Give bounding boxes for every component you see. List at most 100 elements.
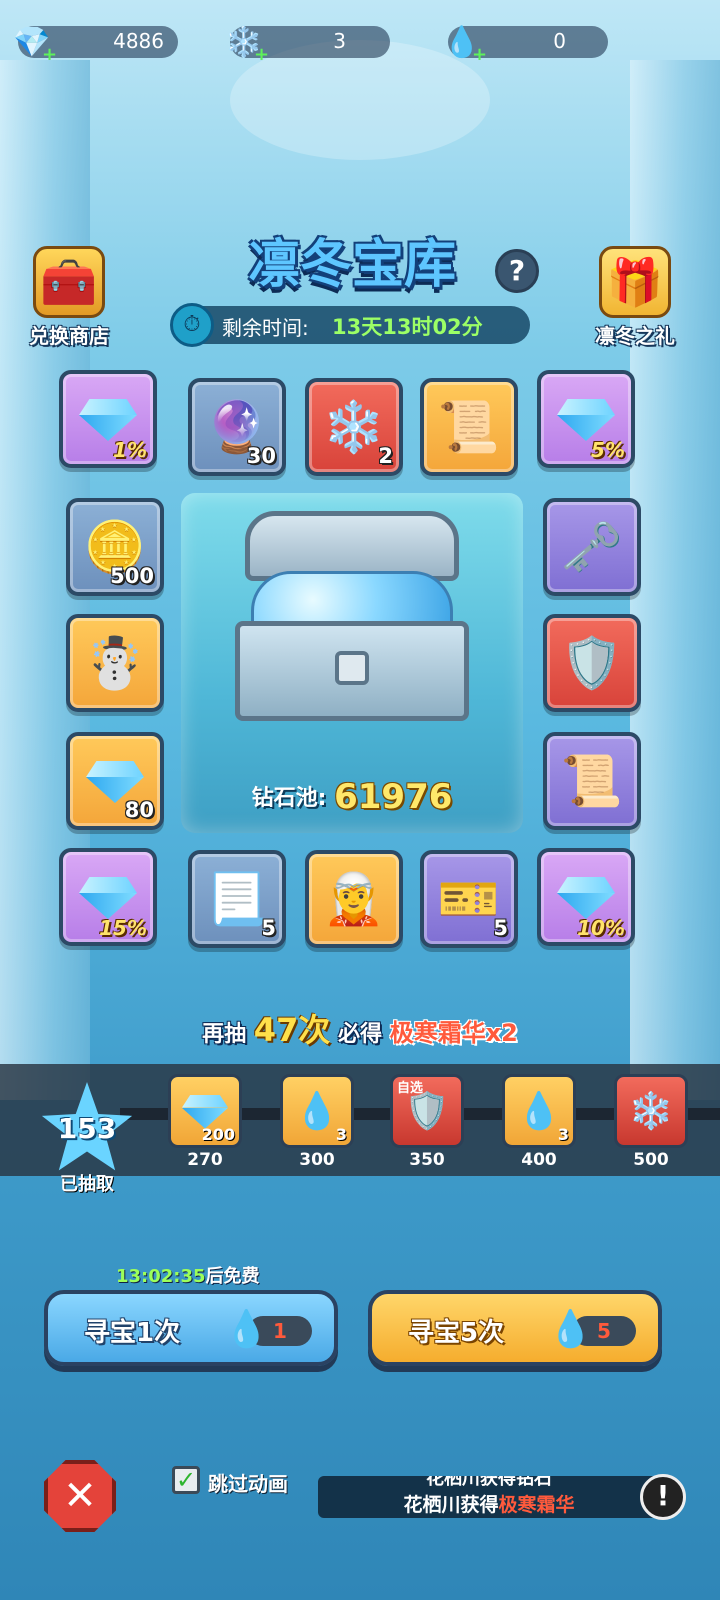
milestone-reward[interactable]: 200 [168, 1074, 242, 1148]
milestone-label: 300 [299, 1150, 335, 1170]
winter-gift-label: 凛冬之礼 [595, 324, 675, 348]
prize-tile[interactable]: 1% [59, 370, 157, 468]
milestone-quantity: 3 [557, 1125, 569, 1144]
exchange-shop-button[interactable]: 🧰 兑换商店 [14, 246, 124, 349]
prize-tile[interactable]: 5% [537, 370, 635, 468]
prize-tile[interactable]: 🗝️ [543, 498, 641, 596]
help-button[interactable]: ? [495, 249, 539, 293]
currency-value: 3 [333, 29, 346, 53]
add-water-drop-icon[interactable]: + [472, 44, 487, 65]
prize-tile[interactable]: 15% [59, 848, 157, 946]
prize-quantity: 80 [124, 798, 154, 822]
guarantee-count: 47次 [253, 1011, 331, 1049]
hero-selection-icon: 🛡️ [404, 1091, 450, 1132]
diamond-pool-label: 钻石池: [251, 786, 327, 811]
ticker-item: 极寒霜华 [498, 1494, 575, 1516]
diamond-pool-value: 61976 [334, 777, 453, 817]
free-draw-suffix: 后免费 [205, 1266, 260, 1287]
currency-value: 4886 [113, 29, 164, 53]
snow-spirit-icon: ☃️ [83, 634, 147, 692]
water-drop-icon: 💧 [516, 1091, 562, 1132]
prize-tile[interactable]: 🧝 [305, 850, 403, 948]
diamond-icon [79, 399, 137, 439]
ticker-player: 花栖川获得 [403, 1494, 499, 1516]
prize-tile[interactable]: ❄️ 2 [305, 378, 403, 476]
chest-lock [335, 651, 369, 685]
prize-percent: 15% [99, 916, 147, 940]
diamond-icon [86, 761, 144, 801]
prize-quantity: 30 [246, 444, 276, 468]
diamond-pool-line: 钻石池: 61976 [181, 777, 523, 817]
free-draw-time: 13:02:35 [116, 1266, 206, 1287]
skip-animation-label[interactable]: 跳过动画 [208, 1468, 288, 1497]
remaining-time-bar: ⏱ 剩余时间: 13天13时02分 [170, 303, 530, 347]
prize-tile[interactable]: 🔮 30 [188, 378, 286, 476]
guarantee-item: 极寒霜华x2 [389, 1019, 518, 1047]
mystery-scroll-icon: 📃 [205, 870, 269, 928]
treasure-chest-icon: 🧰 [33, 246, 105, 318]
draw-once-button[interactable]: 寻宝1次 1 💧 [44, 1290, 338, 1366]
snowflake-icon: ❄️ [322, 398, 386, 456]
golden-ticket-icon: 🎫 [437, 870, 501, 928]
currency-snowflake[interactable]: ❄️ + 3 [225, 25, 390, 65]
draw-once-label: 寻宝1次 [84, 1318, 181, 1348]
prize-tile[interactable]: 🎫 5 [420, 850, 518, 948]
milestone-reward[interactable]: 💧 3 [280, 1074, 354, 1148]
prize-tile[interactable]: 80 [66, 732, 164, 830]
diamond-icon [182, 1095, 228, 1127]
diamond-icon [557, 399, 615, 439]
prize-tile[interactable]: 🛡️ [543, 614, 641, 712]
prize-tile[interactable]: 🪙 500 [66, 498, 164, 596]
guarantee-mid: 必得 [338, 1022, 383, 1047]
currency-diamond[interactable]: 💎 + 4886 [13, 25, 178, 65]
gift-box-icon: 🎁 [599, 246, 671, 318]
treasure-chest-icon [235, 511, 469, 721]
milestone-label: 270 [187, 1150, 223, 1170]
diamond-pool-panel: 钻石池: 61976 [181, 493, 523, 833]
red-scroll-icon: 📜 [437, 398, 501, 456]
milestone-reward[interactable]: 🛡️ 自选 [390, 1074, 464, 1148]
info-button[interactable]: ! [640, 1474, 686, 1520]
draw-five-button[interactable]: 寻宝5次 5 💧 [368, 1290, 662, 1366]
milestone-reward[interactable]: ❄️ [614, 1074, 688, 1148]
guarantee-text: 再抽 47次 必得 极寒霜华x2 [0, 1005, 720, 1051]
prize-tile[interactable]: 📜 [420, 378, 518, 476]
guarantee-prefix: 再抽 [202, 1022, 247, 1047]
purple-scroll-icon: 📜 [560, 752, 624, 810]
remaining-time-label: 剩余时间: [222, 316, 309, 340]
milestone-label: 400 [521, 1150, 557, 1170]
prize-tile[interactable]: 📃 5 [188, 850, 286, 948]
hero-selection-icon: 🛡️ [560, 634, 624, 692]
ice-queen-icon: 🧝 [322, 870, 386, 928]
exchange-shop-label: 兑换商店 [29, 324, 109, 348]
prize-percent: 1% [113, 438, 147, 462]
milestone-quantity: 200 [201, 1125, 235, 1144]
prize-quantity: 5 [493, 916, 508, 940]
skip-animation-checkbox[interactable]: ✓ [172, 1466, 200, 1494]
milestone-tag: 自选 [397, 1081, 424, 1096]
winter-gift-button[interactable]: 🎁 凛冬之礼 [580, 246, 690, 349]
currency-water-drop[interactable]: 💧 + 0 [443, 25, 608, 65]
milestone-reward[interactable]: 💧 3 [502, 1074, 576, 1148]
prize-tile[interactable]: 📜 [543, 732, 641, 830]
currency-value: 0 [553, 29, 566, 53]
prize-tile[interactable]: 10% [537, 848, 635, 946]
draw-count-label: 已抽取 [60, 1174, 114, 1195]
remaining-time-value: 13天13时02分 [332, 315, 483, 339]
close-button[interactable]: ✕ [44, 1460, 116, 1532]
water-drop-icon: 💧 [548, 1309, 593, 1350]
ticker-line-previous: 花栖川获得钻石 [426, 1476, 552, 1489]
draw-five-label: 寻宝5次 [408, 1318, 505, 1348]
snowflake-icon: ❄️ [628, 1091, 674, 1132]
prize-percent: 5% [591, 438, 625, 462]
add-diamond-icon[interactable]: + [42, 44, 57, 65]
free-draw-timer: 13:02:35后免费 [116, 1262, 260, 1288]
page-title: 凛冬宝库 [247, 235, 456, 295]
water-drop-icon: 💧 [224, 1309, 269, 1350]
add-snowflake-icon[interactable]: + [254, 44, 269, 65]
prize-quantity: 2 [378, 444, 393, 468]
milestone-quantity: 3 [335, 1125, 347, 1144]
prize-tile[interactable]: ☃️ [66, 614, 164, 712]
prize-quantity: 5 [261, 916, 276, 940]
water-drop-icon: 💧 [294, 1091, 340, 1132]
